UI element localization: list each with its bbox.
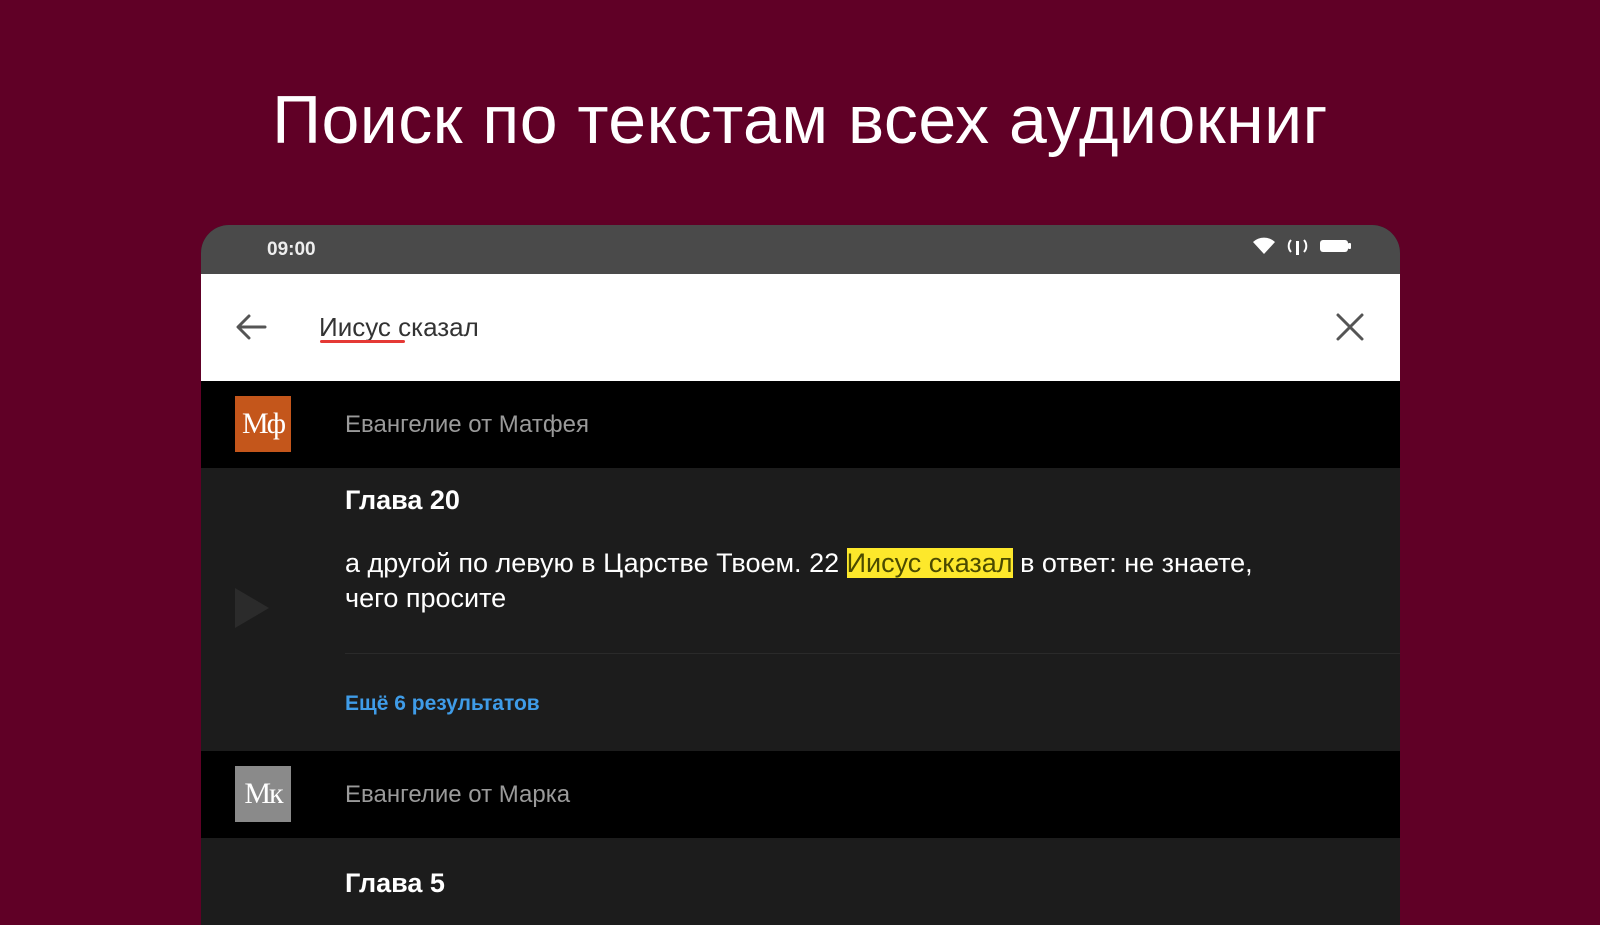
- back-button[interactable]: [231, 307, 271, 347]
- result-group-header-matthew[interactable]: Мф Евангелие от Матфея: [201, 381, 1400, 468]
- clear-search-button[interactable]: [1330, 307, 1370, 347]
- search-bar: [201, 274, 1400, 381]
- book-name: Евангелие от Марка: [345, 781, 571, 808]
- battery-icon: [1320, 237, 1352, 255]
- divider: [345, 653, 1400, 654]
- chapter-title: Глава 20: [345, 485, 460, 515]
- close-icon: [1336, 313, 1364, 341]
- phone-screen: 09:00 Иисус сказал Мф Евангелие от Матфе…: [201, 225, 1400, 925]
- snippet-before: а другой по левую в Царстве Твоем. 22: [345, 548, 847, 578]
- chapter-title: Глава 5: [345, 868, 445, 898]
- snippet-match-highlight: Иисус сказал: [846, 548, 1013, 578]
- result-group-header-mark[interactable]: Мк Евангелие от Марка: [201, 751, 1400, 838]
- status-bar: 09:00: [201, 225, 1400, 274]
- result-snippet: а другой по левую в Царстве Твоем. 22 Ии…: [345, 546, 1285, 616]
- status-icons: [1252, 237, 1352, 255]
- search-input[interactable]: [319, 302, 1269, 352]
- search-result-mark[interactable]: Глава 5: [201, 838, 1400, 925]
- wifi-icon: [1252, 237, 1276, 255]
- more-results-link[interactable]: Ещё 6 результатов: [345, 692, 540, 716]
- spellcheck-underline: [320, 340, 405, 343]
- promo-headline: Поиск по текстам всех аудиокниг: [272, 82, 1328, 158]
- background-play-icon: [231, 586, 271, 637]
- book-badge: Мк: [235, 766, 291, 822]
- search-result-matthew[interactable]: Глава 20 а другой по левую в Царстве Тво…: [201, 468, 1400, 751]
- book-badge: Мф: [235, 396, 291, 452]
- signal-icon: [1286, 237, 1310, 255]
- arrow-left-icon: [236, 314, 267, 340]
- status-time: 09:00: [267, 239, 316, 260]
- book-name: Евангелие от Матфея: [345, 411, 589, 438]
